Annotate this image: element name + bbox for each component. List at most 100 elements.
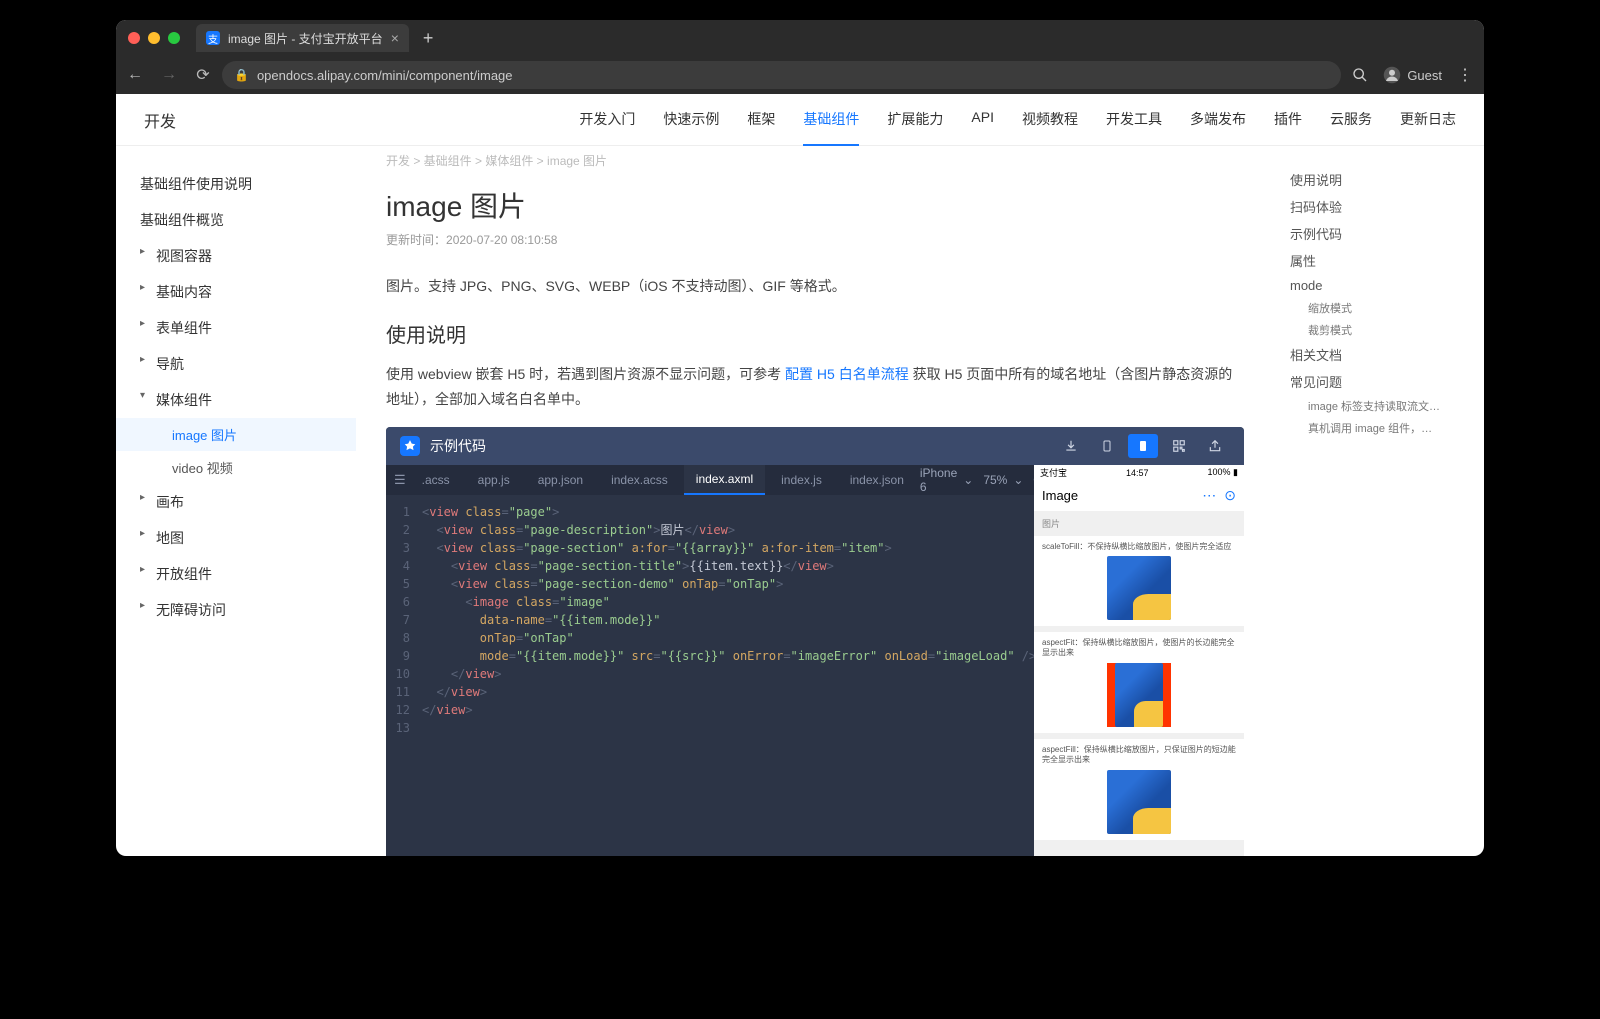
- download-icon[interactable]: [1056, 434, 1086, 458]
- back-icon[interactable]: ←: [126, 66, 144, 84]
- toc-item[interactable]: 使用说明: [1290, 166, 1468, 193]
- reload-icon[interactable]: ⟳: [194, 66, 212, 84]
- section-usage: 使用说明: [386, 319, 1244, 348]
- breadcrumb: 开发 > 基础组件 > 媒体组件 > image 图片: [386, 146, 1244, 175]
- nav-item[interactable]: 扩展能力: [887, 94, 943, 146]
- browser-chrome: 支 image 图片 - 支付宝开放平台 × + ← → ⟳ 🔒 opendoc…: [116, 20, 1484, 94]
- sidebar-sub-item[interactable]: image 图片: [116, 418, 356, 451]
- sidebar-item[interactable]: 基础组件使用说明: [116, 166, 356, 202]
- toc-item[interactable]: 常见问题: [1290, 368, 1468, 395]
- simulator: 支付宝14:57 100% ▮ Image ⋯ ⊙ 图片 sca: [1034, 465, 1244, 856]
- nav-item[interactable]: 视频教程: [1022, 94, 1078, 146]
- window-controls: [128, 32, 180, 44]
- toc-sub-item[interactable]: 缩放模式: [1290, 297, 1468, 319]
- sample-image-icon: [1107, 770, 1171, 834]
- sidebar-group[interactable]: 表单组件: [116, 310, 356, 346]
- nav-item[interactable]: 快速示例: [663, 94, 719, 146]
- favicon-icon: 支: [206, 31, 220, 45]
- chevron-down-icon: ⌄: [1013, 473, 1023, 487]
- menu-icon[interactable]: ⋮: [1456, 66, 1474, 84]
- sidebar-item[interactable]: 基础组件概览: [116, 202, 356, 238]
- forward-icon[interactable]: →: [160, 66, 178, 84]
- zoom-selector[interactable]: 75% ⌄: [983, 473, 1023, 487]
- nav-item[interactable]: API: [971, 94, 994, 146]
- ide-panel: 示例代码 ☰ .acssapp.jsapp.jsonindex.acssinde…: [386, 427, 1244, 856]
- phone-outline-icon[interactable]: [1092, 434, 1122, 458]
- guest-label: Guest: [1407, 68, 1442, 83]
- ide-tab[interactable]: index.json: [838, 465, 916, 495]
- ide-tabs: ☰ .acssapp.jsapp.jsonindex.acssindex.axm…: [386, 465, 1034, 495]
- sidebar: 基础组件使用说明基础组件概览视图容器基础内容表单组件导航媒体组件image 图片…: [116, 146, 356, 856]
- nav-item[interactable]: 多端发布: [1190, 94, 1246, 146]
- sidebar-group[interactable]: 导航: [116, 346, 356, 382]
- phone-filled-icon[interactable]: [1128, 434, 1158, 458]
- search-icon[interactable]: [1351, 66, 1369, 84]
- new-tab-button[interactable]: +: [417, 28, 440, 49]
- toc-item[interactable]: 属性: [1290, 247, 1468, 274]
- toc-sub-item[interactable]: 裁剪模式: [1290, 319, 1468, 341]
- intro-text: 图片。支持 JPG、PNG、SVG、WEBP（iOS 不支持动图）、GIF 等格…: [386, 274, 1244, 299]
- nav-item[interactable]: 更新日志: [1400, 94, 1456, 146]
- toc-item[interactable]: 相关文档: [1290, 341, 1468, 368]
- ide-tab[interactable]: app.json: [526, 465, 595, 495]
- nav-item[interactable]: 插件: [1274, 94, 1302, 146]
- nav-item[interactable]: 云服务: [1330, 94, 1372, 146]
- sidebar-group[interactable]: 开放组件: [116, 556, 356, 592]
- toc-item[interactable]: 扫码体验: [1290, 193, 1468, 220]
- toc-item[interactable]: 示例代码: [1290, 220, 1468, 247]
- sidebar-group[interactable]: 画布: [116, 484, 356, 520]
- ide-tab[interactable]: index.acss: [599, 465, 680, 495]
- profile-button[interactable]: Guest: [1383, 66, 1442, 84]
- usage-text: 使用 webview 嵌套 H5 时，若遇到图片资源不显示问题，可参考 配置 H…: [386, 362, 1244, 412]
- device-selector[interactable]: iPhone 6 ⌄: [920, 466, 973, 494]
- share-icon[interactable]: [1200, 434, 1230, 458]
- sim-card: aspectFill：保持纵横比缩放图片，只保证图片的短边能完全显示出来: [1034, 739, 1244, 840]
- close-window-icon[interactable]: [128, 32, 140, 44]
- sidebar-group[interactable]: 媒体组件: [116, 382, 356, 418]
- sidebar-group[interactable]: 无障碍访问: [116, 592, 356, 628]
- maximize-window-icon[interactable]: [168, 32, 180, 44]
- url-text: opendocs.alipay.com/mini/component/image: [257, 68, 513, 83]
- sim-card: aspectFit：保持纵横比缩放图片，使图片的长边能完全显示出来: [1034, 632, 1244, 733]
- page-title: image 图片: [386, 185, 1244, 225]
- sample-image-icon: [1107, 556, 1171, 620]
- toc-sub-item[interactable]: image 标签支持读取流文…: [1290, 395, 1468, 417]
- sim-title: Image: [1042, 488, 1078, 503]
- ide-tab[interactable]: .acss: [410, 465, 462, 495]
- whitelist-link[interactable]: 配置 H5 白名单流程: [785, 366, 909, 382]
- nav-item[interactable]: 基础组件: [803, 94, 859, 146]
- ide-tab[interactable]: app.js: [466, 465, 522, 495]
- page-nav: 开发入门快速示例框架基础组件扩展能力 API 视频教程开发工具多端发布插件云服务更新…: [579, 94, 1456, 146]
- lock-icon: 🔒: [234, 68, 249, 82]
- ide-tab[interactable]: index.axml: [684, 465, 765, 495]
- sidebar-group[interactable]: 视图容器: [116, 238, 356, 274]
- file-list-icon[interactable]: ☰: [394, 471, 406, 489]
- content: 开发 > 基础组件 > 媒体组件 > image 图片 image 图片 更新时…: [356, 146, 1274, 856]
- sidebar-sub-item[interactable]: video 视频: [116, 451, 356, 484]
- sidebar-group[interactable]: 地图: [116, 520, 356, 556]
- sample-image-icon: [1115, 663, 1163, 727]
- nav-item[interactable]: 开发入门: [579, 94, 635, 146]
- close-tab-icon[interactable]: ×: [391, 30, 399, 46]
- ide-title-label: 示例代码: [430, 436, 486, 456]
- browser-tab[interactable]: 支 image 图片 - 支付宝开放平台 ×: [196, 24, 409, 52]
- chevron-down-icon: ⌄: [963, 473, 973, 487]
- nav-item[interactable]: 开发工具: [1106, 94, 1162, 146]
- close-circle-icon[interactable]: ⊙: [1224, 487, 1236, 504]
- toc-sub-item[interactable]: 真机调用 image 组件，…: [1290, 417, 1468, 439]
- nav-item[interactable]: 框架: [747, 94, 775, 146]
- address-bar[interactable]: 🔒 opendocs.alipay.com/mini/component/ima…: [222, 61, 1341, 89]
- sidebar-group[interactable]: 基础内容: [116, 274, 356, 310]
- ide-logo-icon: [400, 436, 420, 456]
- toc-item[interactable]: mode: [1290, 274, 1468, 297]
- ide-tab[interactable]: index.js: [769, 465, 834, 495]
- page-header: 开发 开发入门快速示例框架基础组件扩展能力 API 视频教程开发工具多端发布插件云服…: [116, 94, 1484, 146]
- minimize-window-icon[interactable]: [148, 32, 160, 44]
- more-icon[interactable]: ⋯: [1202, 487, 1216, 504]
- qrcode-icon[interactable]: [1164, 434, 1194, 458]
- page-logo[interactable]: 开发: [144, 108, 176, 132]
- sim-nav-bar: Image ⋯ ⊙: [1034, 481, 1244, 511]
- sim-status-bar: 支付宝14:57 100% ▮: [1034, 465, 1244, 481]
- code-editor[interactable]: 1<view class="page">2 <view class="page-…: [386, 495, 1034, 856]
- update-time: 更新时间：2020-07-20 08:10:58: [386, 231, 1244, 248]
